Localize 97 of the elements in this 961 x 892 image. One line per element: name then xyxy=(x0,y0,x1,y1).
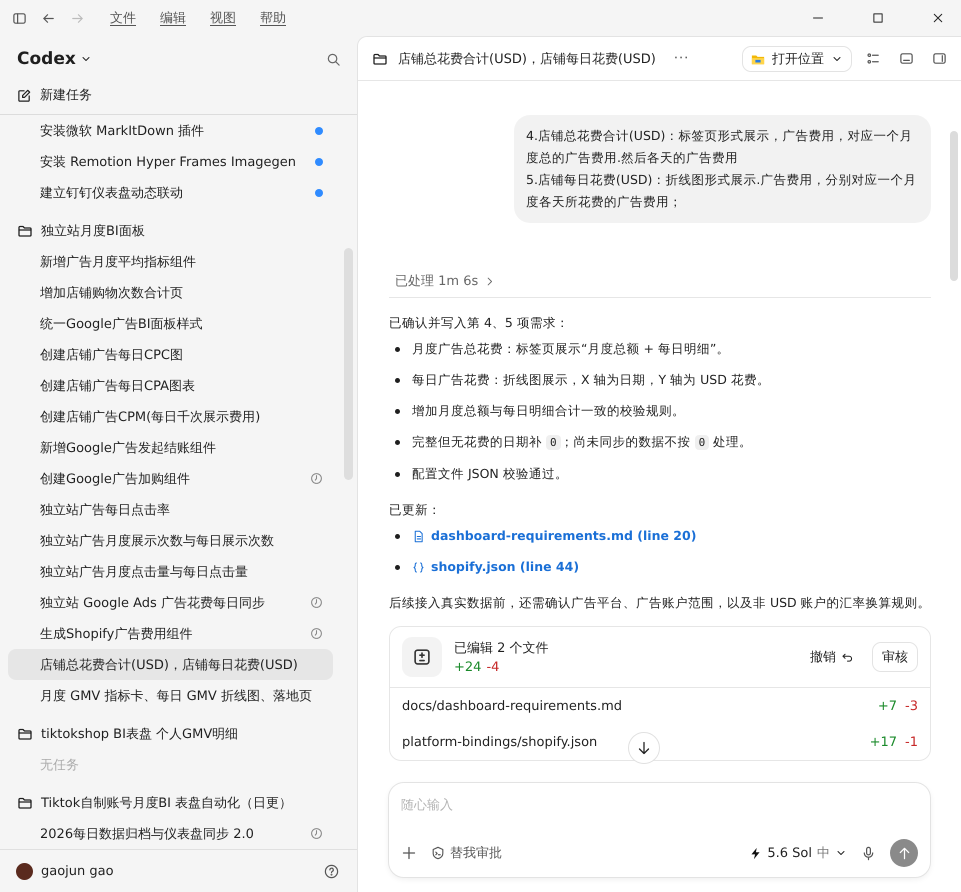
task-item[interactable]: 安装 Remotion Hyper Frames Imagegen xyxy=(8,146,333,177)
task-item[interactable]: 月度 GMV 指标卡、每日 GMV 折线图、落地页 xyxy=(8,680,333,711)
task-item[interactable]: 独立站广告每日点击率 xyxy=(8,494,333,525)
bullet-icon xyxy=(395,534,400,538)
empty-label: 无任务 xyxy=(40,756,79,774)
reply-text: 后续接入真实数据前，还需确认广告平台、广告账户范围，以及非 USD 账户的汇率换算规则。 xyxy=(389,594,931,612)
task-item[interactable]: 新增广告月度平均指标组件 xyxy=(8,246,333,277)
bullet-icon xyxy=(395,472,400,476)
panel-bottom-icon xyxy=(899,51,914,66)
close-icon xyxy=(932,12,944,24)
bullet-icon xyxy=(395,564,400,570)
clock-icon xyxy=(310,596,323,609)
composer[interactable]: 随心输入 替我审批 5.6 Sol 中 xyxy=(388,782,931,878)
task-item[interactable]: 创建店铺广告每日CPC图 xyxy=(8,339,333,370)
task-item[interactable]: 创建店铺广告CPM(每日千次展示费用) xyxy=(8,401,333,432)
menu-item[interactable]: 视图 xyxy=(203,9,243,27)
task-item[interactable]: 增加店铺购物次数合计页 xyxy=(8,277,333,308)
edit-icon xyxy=(17,88,32,102)
bullet-item: 完整但无花费的日期补 0 ；尚未同步的数据不按 0 处理。 xyxy=(412,433,752,452)
unread-dot xyxy=(315,126,323,134)
search-icon xyxy=(326,52,341,66)
braces-icon xyxy=(412,560,425,574)
task-item[interactable]: 创建Google广告加购组件 xyxy=(8,463,333,494)
scroll-down-button[interactable] xyxy=(628,732,660,764)
removed-count: -4 xyxy=(486,660,500,675)
send-button[interactable] xyxy=(890,839,918,867)
task-item[interactable]: 2026每日数据归档与仪表盘同步 2.0 xyxy=(8,818,333,849)
bullet-item: 增加月度总额与每日明细合计一致的校验规则。 xyxy=(412,402,685,420)
user-name[interactable]: gaojun gao xyxy=(41,864,316,878)
clock-icon xyxy=(310,472,323,485)
project-folder[interactable]: Tiktok自制账号月度BI 表盘自动化（日更） xyxy=(8,787,302,818)
review-button[interactable]: 审核 xyxy=(872,642,918,672)
removed-count: -1 xyxy=(905,734,918,750)
task-item[interactable]: 安装微软 MarkItDown 插件 xyxy=(8,115,333,146)
model-selector[interactable]: 5.6 Sol 中 xyxy=(749,844,847,862)
task-item[interactable]: 独立站 Google Ads 广告花费每日同步 xyxy=(8,587,333,618)
task-item[interactable]: 生成Shopify广告费用组件 xyxy=(8,618,333,649)
user-message: 4.店铺总花费合计(USD)：标签页形式展示，广告费用，对应一个月度总的广告费用.然后各天的广告费用 5.店铺每日花费(USD)：折线图形式展示.广告费用，分别对应一个月度各天所花费的广告费用； xyxy=(514,115,931,223)
reply-text: 已更新： xyxy=(389,501,442,519)
bullet-icon xyxy=(395,408,400,414)
file-icon xyxy=(412,530,425,542)
bullet-item: 每日广告花费：折线图展示，X 轴为日期，Y 轴为 USD 花费。 xyxy=(412,371,770,389)
clock-icon xyxy=(310,627,323,640)
bullet-item: 配置文件 JSON 校验通过。 xyxy=(412,465,568,483)
unread-dot xyxy=(315,158,323,166)
undo-icon xyxy=(841,650,854,664)
removed-count: -3 xyxy=(905,698,918,714)
bullet-icon xyxy=(395,346,400,352)
maximize-icon xyxy=(872,12,884,24)
bullet-icon xyxy=(395,440,400,445)
file-path[interactable]: platform-bindings/shopify.json xyxy=(402,734,862,750)
reply-text: 已确认并写入第 4、5 项需求： xyxy=(389,314,570,332)
arrow-up-icon xyxy=(896,846,912,860)
shield-icon xyxy=(431,846,445,860)
project-folder[interactable]: 独立站月度BI面板 xyxy=(8,215,154,246)
microphone-icon xyxy=(861,846,876,860)
added-count: +7 xyxy=(878,698,898,714)
approval-button[interactable]: 替我审批 xyxy=(431,844,502,862)
bullet-icon xyxy=(395,378,400,382)
unread-dot xyxy=(315,188,323,196)
clock-icon xyxy=(310,827,323,840)
task-item[interactable]: 独立站广告月度点击量与每日点击量 xyxy=(8,556,333,587)
open-location-button[interactable]: 打开位置 xyxy=(742,46,852,72)
task-item[interactable]: 店铺总花费合计(USD)，店铺每日花费(USD) xyxy=(8,649,333,680)
added-count: +24 xyxy=(454,660,482,675)
microphone-button[interactable] xyxy=(861,846,876,860)
bullet-item: 月度广告总花费：标签页展示“月度总额 + 每日明细”。 xyxy=(412,340,730,358)
new-task-button[interactable]: 新建任务 xyxy=(8,80,349,110)
plus-icon xyxy=(401,845,417,861)
processed-toggle[interactable]: 已处理 1m 6s xyxy=(389,271,931,298)
menu-item[interactable]: 帮助 xyxy=(253,9,293,27)
thread-title: 店铺总花费合计(USD)，店铺每日花费(USD) xyxy=(398,50,656,68)
plus-minus-icon xyxy=(412,647,432,667)
task-item[interactable]: 创建店铺广告每日CPA图表 xyxy=(8,370,333,401)
add-button[interactable] xyxy=(401,845,417,861)
project-folder[interactable]: tiktokshop BI表盘 个人GMV明细 xyxy=(8,718,248,749)
task-item[interactable]: 独立站广告月度展示次数与每日展示次数 xyxy=(8,525,333,556)
file-link[interactable]: shopify.json (line 44) xyxy=(412,556,580,578)
menu-item[interactable]: 编辑 xyxy=(153,9,193,27)
more-button[interactable]: ··· xyxy=(666,51,698,66)
panel-right-icon xyxy=(932,51,947,66)
added-count: +17 xyxy=(870,734,898,750)
file-path[interactable]: docs/dashboard-requirements.md xyxy=(402,698,870,714)
help-icon xyxy=(324,864,339,878)
list-icon xyxy=(866,51,881,66)
scrollbar[interactable] xyxy=(950,131,958,281)
task-item[interactable]: 新增Google广告发起结账组件 xyxy=(8,432,333,463)
task-item[interactable]: 建立钉钉仪表盘动态联动 xyxy=(8,177,333,208)
workspace-switcher[interactable]: Codex xyxy=(17,49,92,69)
arrow-down-icon xyxy=(636,740,652,756)
sidebar-toggle-icon xyxy=(12,10,27,26)
avatar xyxy=(16,862,33,880)
menu-item[interactable]: 文件 xyxy=(103,9,143,27)
task-item[interactable]: 统一Google广告BI面板样式 xyxy=(8,308,333,339)
file-link[interactable]: dashboard-requirements.md (line 20) xyxy=(412,525,696,547)
card-title: 已编辑 2 个文件 xyxy=(454,640,550,657)
undo-button[interactable]: 撤销 xyxy=(804,647,860,667)
